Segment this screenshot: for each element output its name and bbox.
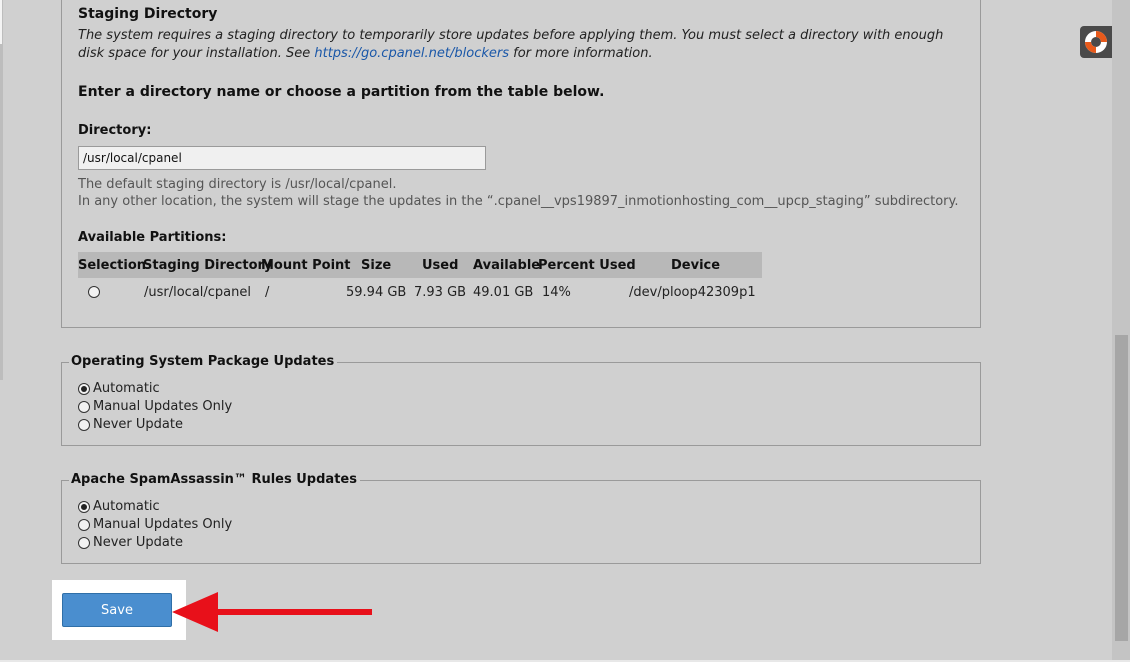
- partition-select-radio[interactable]: [88, 286, 100, 298]
- col-percent-used: Percent Used: [538, 258, 636, 273]
- staging-directory-section: Staging Directory The system requires a …: [61, 0, 981, 328]
- partitions-label: Available Partitions:: [78, 230, 227, 245]
- col-selection: Selection: [78, 258, 147, 273]
- spam-manual-radio[interactable]: [78, 519, 90, 531]
- cell-mount-point: /: [265, 285, 270, 300]
- os-never-radio[interactable]: [78, 419, 90, 431]
- cell-size: 59.94 GB: [346, 285, 407, 300]
- partitions-table: Selection Staging Directory Mount Point …: [78, 252, 762, 306]
- os-automatic-radio[interactable]: [78, 383, 90, 395]
- col-available: Available: [473, 258, 541, 273]
- os-updates-section: Operating System Package Updates Automat…: [61, 354, 981, 446]
- lifebuoy-icon: [1085, 31, 1107, 53]
- directory-label: Directory:: [78, 123, 152, 138]
- content-pane: Staging Directory The system requires a …: [3, 0, 1112, 662]
- staging-description: The system requires a staging directory …: [78, 27, 968, 63]
- vertical-scrollbar[interactable]: [1112, 0, 1130, 662]
- spamassassin-updates-legend: Apache SpamAssassin™ Rules Updates: [69, 472, 360, 488]
- spam-never-radio[interactable]: [78, 537, 90, 549]
- col-used: Used: [422, 258, 459, 273]
- cell-used: 7.93 GB: [414, 285, 467, 300]
- spam-automatic-label: Automatic: [93, 499, 160, 514]
- cell-percent-used: 14%: [542, 285, 571, 300]
- partitions-table-header: Selection Staging Directory Mount Point …: [78, 252, 762, 278]
- os-manual-label: Manual Updates Only: [93, 399, 233, 414]
- col-staging-directory: Staging Directory: [143, 258, 273, 273]
- cell-device: /dev/ploop42309p1: [629, 285, 756, 300]
- spam-manual-label: Manual Updates Only: [93, 517, 233, 532]
- directory-hint-other: In any other location, the system will s…: [78, 194, 959, 209]
- directory-instruction: Enter a directory name or choose a parti…: [78, 84, 605, 100]
- col-size: Size: [361, 258, 392, 273]
- os-updates-legend: Operating System Package Updates: [69, 354, 338, 370]
- os-never-label: Never Update: [93, 417, 183, 432]
- col-mount-point: Mount Point: [261, 258, 351, 273]
- left-panel-edge-top: [0, 0, 2, 44]
- cell-available: 49.01 GB: [473, 285, 534, 300]
- directory-hint-default: The default staging directory is /usr/lo…: [78, 177, 397, 192]
- os-manual-radio[interactable]: [78, 401, 90, 413]
- directory-hint: The default staging directory is /usr/lo…: [78, 176, 978, 210]
- os-automatic-label: Automatic: [93, 381, 160, 396]
- table-row[interactable]: /usr/local/cpanel / 59.94 GB 7.93 GB 49.…: [78, 278, 762, 306]
- blockers-link[interactable]: https://go.cpanel.net/blockers: [314, 46, 509, 61]
- staging-title: Staging Directory: [78, 6, 218, 22]
- col-device: Device: [671, 258, 721, 273]
- save-button[interactable]: Save: [62, 593, 172, 627]
- directory-input[interactable]: [78, 146, 486, 170]
- help-widget[interactable]: [1080, 26, 1112, 58]
- scrollbar-thumb[interactable]: [1115, 335, 1128, 641]
- cell-staging-directory: /usr/local/cpanel: [144, 285, 252, 300]
- red-arrow-icon: [172, 592, 372, 632]
- spam-never-label: Never Update: [93, 535, 183, 550]
- staging-description-tail: for more information.: [508, 46, 653, 61]
- spam-automatic-radio[interactable]: [78, 501, 90, 513]
- save-highlight: Save: [52, 580, 186, 640]
- spamassassin-updates-section: Apache SpamAssassin™ Rules Updates Autom…: [61, 472, 981, 564]
